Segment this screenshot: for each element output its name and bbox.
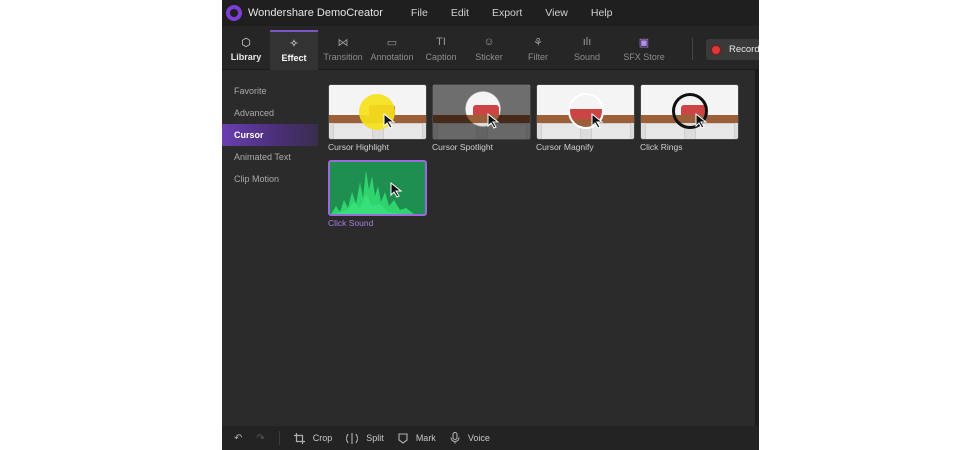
mark-icon [398,432,408,444]
menu-help[interactable]: Help [591,7,613,19]
effect-card-click-sound[interactable]: Click Sound [328,160,427,228]
record-button[interactable]: Record [706,39,759,60]
annotation-icon: ▭ [386,36,398,49]
menu-view[interactable]: View [545,7,568,19]
tab-sticker[interactable]: ☺ Sticker [465,31,513,67]
app-title: Wondershare DemoCreator [248,7,383,19]
sticker-icon: ☺ [483,36,495,48]
tab-sticker-label: Sticker [475,52,503,62]
cursor-arrow-icon [383,113,396,129]
cursor-arrow-icon [390,182,403,198]
menu-bar: File Edit Export View Help [411,7,636,19]
effect-card-cursor-highlight[interactable]: Cursor Highlight [328,84,427,152]
tab-transition[interactable]: ⋈ Transition [319,31,367,67]
split-icon [346,432,359,444]
undo-icon: ↶ [234,432,243,444]
menu-export[interactable]: Export [492,7,522,19]
effect-name: Click Sound [328,218,374,228]
toolbar-divider [692,38,693,60]
title-bar: Wondershare DemoCreator File Edit Export… [222,0,759,26]
tab-filter-label: Filter [528,52,548,62]
tab-filter[interactable]: ⚘ Filter [514,31,562,67]
sound-icon: ılı [582,36,592,48]
voice-button[interactable]: Voice [450,432,490,444]
caption-icon: TI [436,36,446,48]
sidebar-item-advanced[interactable]: Advanced [222,102,318,124]
effect-card-cursor-magnify[interactable]: Cursor Magnify [536,84,635,152]
tab-annotation[interactable]: ▭ Annotation [368,31,416,67]
effect-name: Cursor Magnify [536,142,594,152]
effect-name: Cursor Highlight [328,142,389,152]
effect-thumbnail [328,160,427,216]
mark-label: Mark [415,433,436,443]
effect-thumbnail [432,84,531,140]
store-icon: ▣ [638,36,650,49]
app-window: Wondershare DemoCreator File Edit Export… [222,0,759,450]
magic-wand-icon: ✧ [289,37,299,50]
record-dot-icon [712,45,720,54]
tab-annotation-label: Annotation [370,52,414,62]
tab-transition-label: Transition [323,52,363,62]
transition-icon: ⋈ [337,36,349,49]
microphone-icon [450,432,460,444]
effect-card-click-rings[interactable]: Click Rings [640,84,739,152]
crop-icon [293,432,305,444]
effect-categories: Favorite Advanced Cursor Animated Text C… [222,80,318,190]
effect-thumbnail [536,84,635,140]
tab-effect-label: Effect [281,53,307,63]
tab-effect[interactable]: ✧ Effect [270,30,318,70]
cursor-arrow-icon [591,113,604,129]
tab-caption[interactable]: TI Caption [417,31,465,67]
sidebar-item-cursor[interactable]: Cursor [222,124,318,146]
sound-waveform-icon [330,162,425,214]
menu-edit[interactable]: Edit [451,7,469,19]
redo-icon: ↷ [256,432,265,444]
tab-library[interactable]: ⬡ Library [222,31,270,67]
effect-name: Cursor Spotlight [432,142,493,152]
sidebar-item-clip-motion[interactable]: Clip Motion [222,168,318,190]
panel-edge [755,70,759,426]
tab-library-label: Library [230,52,262,62]
crop-label: Crop [312,433,333,443]
redo-button[interactable]: ↷ [256,433,264,444]
cursor-arrow-icon [487,113,500,129]
split-label: Split [366,433,384,443]
edit-toolbar: ↶ ↷ Crop Split Mark Voice [222,426,759,450]
filter-icon: ⚘ [533,36,543,49]
voice-label: Voice [467,433,490,443]
mark-button[interactable]: Mark [398,432,436,444]
toolbar: ⬡ Library ✧ Effect ⋈ Transition ▭ Annota… [222,26,759,70]
sidebar-item-favorite[interactable]: Favorite [222,80,318,102]
undo-button[interactable]: ↶ [234,433,242,444]
cursor-arrow-icon [695,113,708,129]
effect-card-cursor-spotlight[interactable]: Cursor Spotlight [432,84,531,152]
tab-caption-label: Caption [425,52,457,62]
split-button[interactable]: Split [346,432,384,444]
tab-sfx-store-label: SFX Store [623,52,665,62]
tab-sfx-store[interactable]: ▣ SFX Store [620,31,668,67]
effect-name: Click Rings [640,142,683,152]
app-logo-icon [226,5,242,21]
crop-button[interactable]: Crop [293,432,333,444]
effect-thumbnail [328,84,427,140]
sidebar-item-animated-text[interactable]: Animated Text [222,146,318,168]
effect-thumbnail [640,84,739,140]
menu-file[interactable]: File [411,7,428,19]
bottom-divider [278,431,280,445]
tab-sound[interactable]: ılı Sound [563,31,611,67]
record-label: Record [729,44,759,55]
cube-icon: ⬡ [241,36,251,49]
tab-sound-label: Sound [573,52,601,62]
